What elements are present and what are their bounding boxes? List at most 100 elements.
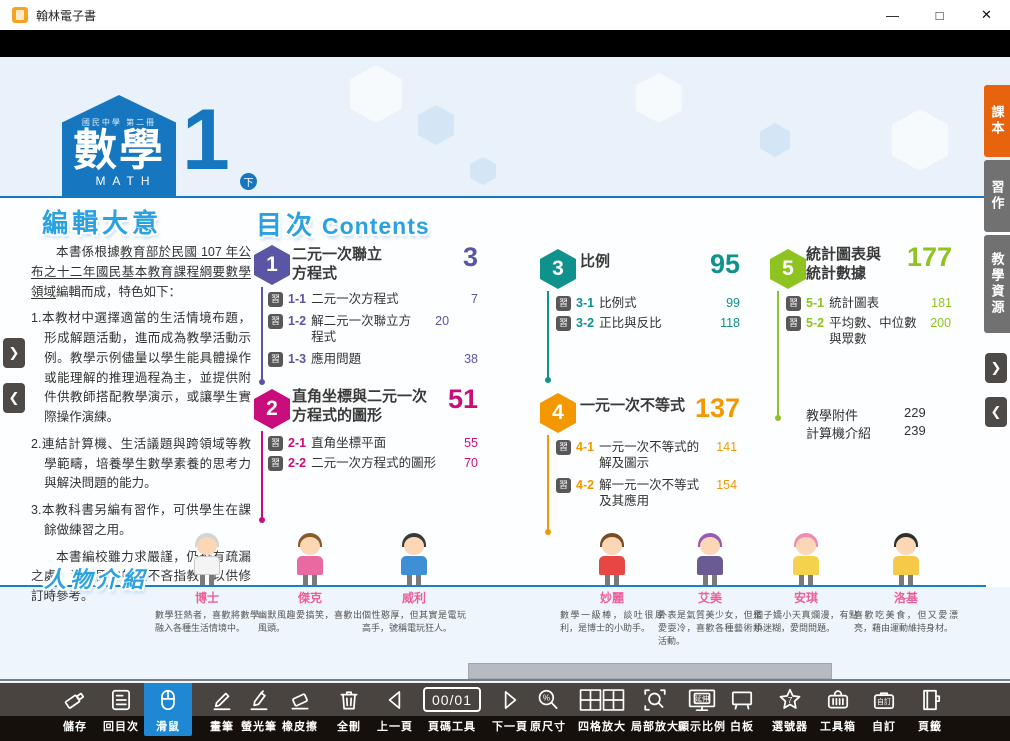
previous-page-icon — [371, 683, 419, 716]
number-picker-button[interactable]: 7 選號器 — [766, 683, 814, 741]
horizontal-scrollbar-track — [0, 679, 1010, 681]
toc-chapter-5[interactable]: 統計圖表與統計數據 177 — [806, 246, 952, 284]
toc-section-3-2[interactable]: 習 3-2 正比與反比 118 — [556, 315, 740, 331]
contents-list-icon — [97, 683, 145, 716]
toc-section-2-2[interactable]: 習 2-2 二元一次方程式的圖形 70 — [268, 455, 478, 471]
toc-section-4-2[interactable]: 習 4-2 解一元一次不等式及其應用 154 — [556, 477, 740, 510]
four-pane-grid-icon — [570, 683, 634, 716]
workbook-badge: 習 — [556, 296, 571, 311]
horizontal-scrollbar-thumb[interactable] — [468, 663, 832, 679]
toolbox-button[interactable]: 工具箱 — [814, 683, 862, 741]
editorial-intro-post: 編輯而成，特色如下： — [56, 285, 181, 299]
character-avatar — [690, 533, 730, 585]
character-jieke: 傑克 幽默風趣愛搞笑，喜歡出風頭。 — [258, 533, 362, 635]
custom-briefcase-icon: 自訂 — [860, 683, 908, 716]
custom-button[interactable]: 自訂 自訂 — [860, 683, 908, 741]
character-miaoli: 妙麗 數學一級棒，談吐很犀利，是博士的小助手。 — [560, 533, 664, 635]
chapter-3-hexagon: 3 — [540, 249, 576, 289]
chapter-2-line — [261, 431, 263, 519]
page-indicator[interactable]: 00/01 — [423, 687, 481, 712]
toc-chapter-2[interactable]: 直角坐標與二元一次方程式的圖形 51 — [292, 388, 478, 426]
star-number-icon: 7 — [766, 683, 814, 716]
left-panel-expand-right-arrow[interactable] — [3, 338, 25, 368]
zoom-percent-icon: % — [524, 683, 572, 716]
original-size-button[interactable]: % 原尺寸 — [524, 683, 572, 741]
page-tabs-button[interactable]: 頁籤 — [906, 683, 954, 741]
character-boshi: 博士 數學狂熱者，喜歡將數學融入各種生活情境中。 — [155, 533, 259, 635]
workbook-badge: 習 — [268, 456, 283, 471]
chapter-1-line — [261, 287, 263, 381]
toc-heading-en: Contents — [322, 213, 430, 239]
character-avatar — [786, 533, 826, 585]
previous-page-button[interactable]: 上一頁 — [371, 683, 419, 741]
chapter-1-hexagon: 1 — [254, 245, 290, 285]
tab-teaching-resources[interactable]: 教學資源 — [984, 235, 1010, 333]
toc-section-4-1[interactable]: 習 4-1 一元一次不等式的解及圖示 141 — [556, 439, 740, 472]
workbook-badge: 習 — [268, 352, 283, 367]
tab-workbook[interactable]: 習作 — [984, 160, 1010, 232]
page-tab-icon — [906, 683, 954, 716]
app-icon — [12, 7, 28, 23]
hexagon-decoration — [636, 73, 682, 123]
svg-text:%: % — [543, 693, 550, 702]
bottom-toolbar: 儲存 回目次 滑鼠 畫筆 螢光筆 橡皮擦 全刪 上一頁 — [0, 683, 1010, 741]
svg-text:自訂: 自訂 — [877, 697, 891, 706]
workbook-badge: 習 — [268, 436, 283, 451]
right-panel-collapse-left-arrow[interactable] — [985, 397, 1007, 427]
hexagon-decoration — [470, 157, 496, 185]
workbook-badge: 習 — [556, 478, 571, 493]
toc-section-1-1[interactable]: 習 1-1 二元一次方程式 7 — [268, 291, 478, 307]
toc-appendix-calculator[interactable]: 計算機介紹 239 — [806, 423, 926, 442]
toc-section-5-2[interactable]: 習 5-2 平均數、中位數與眾數 200 — [786, 315, 952, 348]
window-titlebar: 翰林電子書 — □ ✕ — [0, 0, 1010, 30]
workbook-badge: 習 — [786, 316, 801, 331]
logo-title: 數學 — [62, 128, 176, 174]
chapter-5-hexagon: 5 — [770, 249, 806, 289]
right-panel-expand-right-arrow[interactable] — [985, 353, 1007, 383]
workbook-badge: 習 — [268, 292, 283, 307]
toc-section-3-1[interactable]: 習 3-1 比例式 99 — [556, 295, 740, 311]
minimize-button[interactable]: — — [869, 0, 916, 30]
toc-chapter-1[interactable]: 二元一次聯立方程式 3 — [292, 246, 478, 284]
character-avatar — [394, 533, 434, 585]
left-panel-collapse-left-arrow[interactable] — [3, 383, 25, 413]
toc-section-1-3[interactable]: 習 1-3 應用問題 38 — [268, 351, 478, 367]
delete-all-button[interactable]: 全刪 — [325, 683, 373, 741]
mouse-icon — [144, 683, 192, 716]
character-aimei: 艾美 外表是氣質美少女，但是愛耍冷，喜歡各種藝術類活動。 — [658, 533, 762, 648]
maximize-button[interactable]: □ — [916, 0, 963, 30]
page-number-tool[interactable]: 00/01 頁碼工具 — [420, 683, 484, 741]
close-button[interactable]: ✕ — [963, 0, 1010, 30]
hexagon-decoration — [350, 65, 402, 123]
workbook-badge: 習 — [556, 316, 571, 331]
mouse-tool-button[interactable]: 滑鼠 — [144, 683, 192, 736]
toc-heading-zh: 目次 — [256, 210, 316, 240]
whiteboard-button[interactable]: 白板 — [718, 683, 766, 741]
hexagon-decoration — [418, 105, 454, 145]
toc-section-1-2[interactable]: 習 1-2 解二元一次聯立方程式 20 — [268, 313, 478, 346]
save-button[interactable]: 儲存 — [51, 683, 99, 741]
toc-chapter-3[interactable]: 比例 95 — [580, 253, 740, 272]
window-title: 翰林電子書 — [36, 7, 96, 24]
back-to-contents-button[interactable]: 回目次 — [97, 683, 145, 741]
toc-section-5-1[interactable]: 習 5-1 統計圖表 181 — [786, 295, 952, 311]
quad-zoom-button[interactable]: 四格放大 — [570, 683, 634, 741]
character-avatar — [592, 533, 632, 585]
character-luoji: 洛基 喜歡吃美食，但又愛漂亮，藉由運動維持身材。 — [854, 533, 958, 635]
toc-section-2-1[interactable]: 習 2-1 直角坐標平面 55 — [268, 435, 478, 451]
eraser-tool-button[interactable]: 橡皮擦 — [276, 683, 324, 741]
tab-textbook[interactable]: 課本 — [984, 85, 1010, 157]
chapter-3-line — [547, 291, 549, 379]
svg-text:延伸: 延伸 — [695, 694, 709, 703]
character-anqi: 安琪 個子嬌小天真爛漫，有點小迷糊，愛問問題。 — [754, 533, 858, 635]
character-avatar — [886, 533, 926, 585]
volume-number: 1 — [182, 91, 230, 190]
book-page: 國民中學 第二冊 數學 MATH 1 下 編輯大意 本書係根據教育部於民國 10… — [0, 57, 1010, 683]
toc-appendix-attachments[interactable]: 教學附件 229 — [806, 405, 926, 424]
workbook-badge: 習 — [786, 296, 801, 311]
editorial-heading: 編輯大意 — [42, 203, 162, 240]
logo-subtitle: MATH — [76, 174, 176, 188]
toc-chapter-4[interactable]: 一元一次不等式 137 — [580, 397, 740, 416]
workbook-badge: 習 — [268, 314, 283, 329]
character-avatar — [290, 533, 330, 585]
